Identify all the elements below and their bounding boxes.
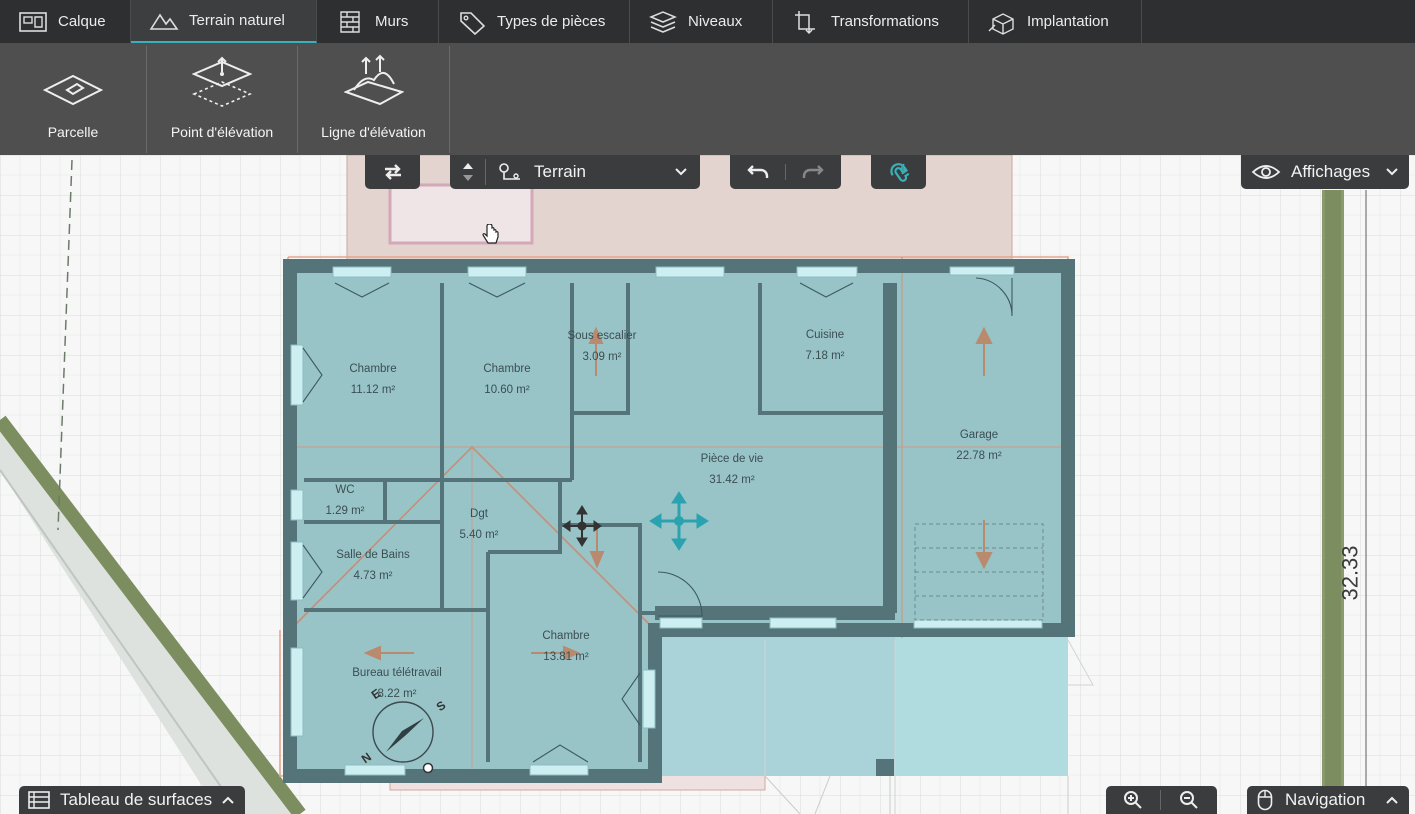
magnet-icon [889,163,909,182]
room-area: 11.12 m² [350,384,396,396]
room-name: Chambre [483,363,531,375]
room-area: 4.73 m² [353,570,393,582]
tab-terrain-naturel[interactable]: Terrain naturel [131,0,317,43]
tab-calque[interactable]: Calque [0,0,131,43]
implantation-icon [988,12,1014,35]
room-chambre-1[interactable]: Chambre 11.12 m² [349,359,396,401]
parcel-icon [43,74,103,106]
room-name: Dgt [470,508,488,520]
eye-icon [1251,165,1281,179]
brick-wall-icon [340,10,360,33]
room-name: Pièce de vie [700,453,764,465]
undo-icon [746,165,768,178]
room-salle-de-bains[interactable]: Salle de Bains 4.73 m² [336,545,410,587]
room-chambre-3[interactable]: Chambre 13.81 m² [542,626,589,668]
room-area: 10.60 m² [484,384,530,396]
room-name: Bureau télétravail [352,667,442,679]
table-list-icon [28,791,50,809]
top-tab-bar: Calque Terrain naturel Murs Types de piè… [0,0,1415,43]
display-menu-label: Affichages [1291,162,1371,181]
navigation-menu[interactable]: Navigation [1247,786,1409,814]
level-select-value: Terrain [534,162,586,181]
hand-cursor-icon [482,224,499,244]
room-name: Sous escalier [567,330,637,342]
tab-transformations-label: Transformations [831,13,939,30]
parcelle-label: Parcelle [47,124,99,140]
tab-transformations[interactable]: Transformations [773,0,969,43]
undo-button[interactable] [731,164,786,180]
chevron-up-icon [222,796,234,804]
level-select[interactable]: Terrain [450,155,700,189]
room-dgt[interactable]: Dgt 5.40 m² [460,504,499,546]
tab-implantation[interactable]: Implantation [969,0,1142,43]
room-area: 31.42 m² [709,474,755,486]
redo-icon [802,165,824,178]
transform-icon [795,10,815,34]
surfaces-table-toggle[interactable]: Tableau de surfaces [19,786,245,814]
swap-icon [384,164,401,180]
room-garage[interactable]: Garage 22.78 m² [956,425,1001,467]
room-bureau[interactable]: Bureau télétravail 8.22 m² [352,663,442,705]
redo-button[interactable] [786,164,841,180]
surfaces-table-label: Tableau de surfaces [60,790,213,809]
room-name: Cuisine [805,329,845,341]
zoom-in-icon [1124,791,1142,809]
sort-updown-icon [450,159,486,185]
zoom-controls [1106,786,1217,814]
tag-icon [460,11,486,35]
tab-niveaux[interactable]: Niveaux [630,0,773,43]
room-piece-de-vie[interactable]: Pièce de vie 31.42 m² [701,449,764,491]
stack-levels-icon [649,10,677,33]
room-area: 22.78 m² [956,450,1002,462]
chevron-down-icon [675,168,687,176]
room-sous-escalier[interactable]: Sous escalier 3.09 m² [567,326,636,368]
dimension-label: 32.33 [1337,545,1363,601]
zoom-in-button[interactable] [1106,790,1161,810]
ligne-elevation-tool[interactable]: Ligne d'élévation [298,46,450,153]
room-area: 8.22 m² [377,688,417,700]
swap-button[interactable] [365,155,420,189]
display-menu[interactable]: Affichages [1241,155,1409,189]
parcelle-tool[interactable]: Parcelle [0,46,147,153]
terrain-level-icon [499,163,520,180]
tab-terrain-label: Terrain naturel [189,12,285,29]
chevron-up-icon [1386,796,1398,804]
mountain-icon [149,13,179,30]
room-area: 13.81 m² [543,651,589,663]
zoom-out-icon [1179,791,1198,809]
tab-murs[interactable]: Murs [317,0,439,43]
point-elevation-label: Point d'élévation [170,124,274,140]
room-area: 1.29 m² [325,505,365,517]
mouse-icon [1257,789,1273,811]
undo-redo-group [730,155,841,189]
ribbon-panel: Parcelle Point d'élévation Ligne d'éléva… [0,43,1415,155]
zoom-out-button[interactable] [1161,790,1216,810]
ligne-elevation-label: Ligne d'élévation [321,124,426,140]
room-wc[interactable]: WC 1.29 m² [326,480,365,522]
tab-niveaux-label: Niveaux [688,13,743,30]
point-elevation-tool[interactable]: Point d'élévation [147,46,298,153]
tab-implantation-label: Implantation [1027,13,1109,30]
magnet-button[interactable] [871,155,926,189]
tab-murs-label: Murs [375,13,409,30]
room-area: 5.40 m² [459,529,499,541]
navigation-label: Navigation [1285,790,1366,809]
room-name: WC [335,484,355,496]
tab-types-de-pieces[interactable]: Types de pièces [439,0,630,43]
room-name: Garage [959,429,999,441]
room-chambre-2[interactable]: Chambre 10.60 m² [483,359,530,401]
tab-calque-label: Calque [58,13,106,30]
elevation-line-icon [343,54,404,106]
plan-canvas[interactable]: Chambre 11.12 m² Chambre 10.60 m² Sous e… [0,155,1415,814]
room-name: Salle de Bains [336,549,410,561]
elevation-point-icon [192,56,252,107]
tab-types-label: Types de pièces [497,13,606,30]
room-cuisine[interactable]: Cuisine 7.18 m² [806,325,845,367]
room-name: Chambre [349,363,397,375]
room-area: 3.09 m² [582,351,622,363]
room-name: Chambre [542,630,590,642]
chevron-down-icon [1386,168,1398,176]
layer-icon [19,11,47,32]
room-area: 7.18 m² [805,350,845,362]
